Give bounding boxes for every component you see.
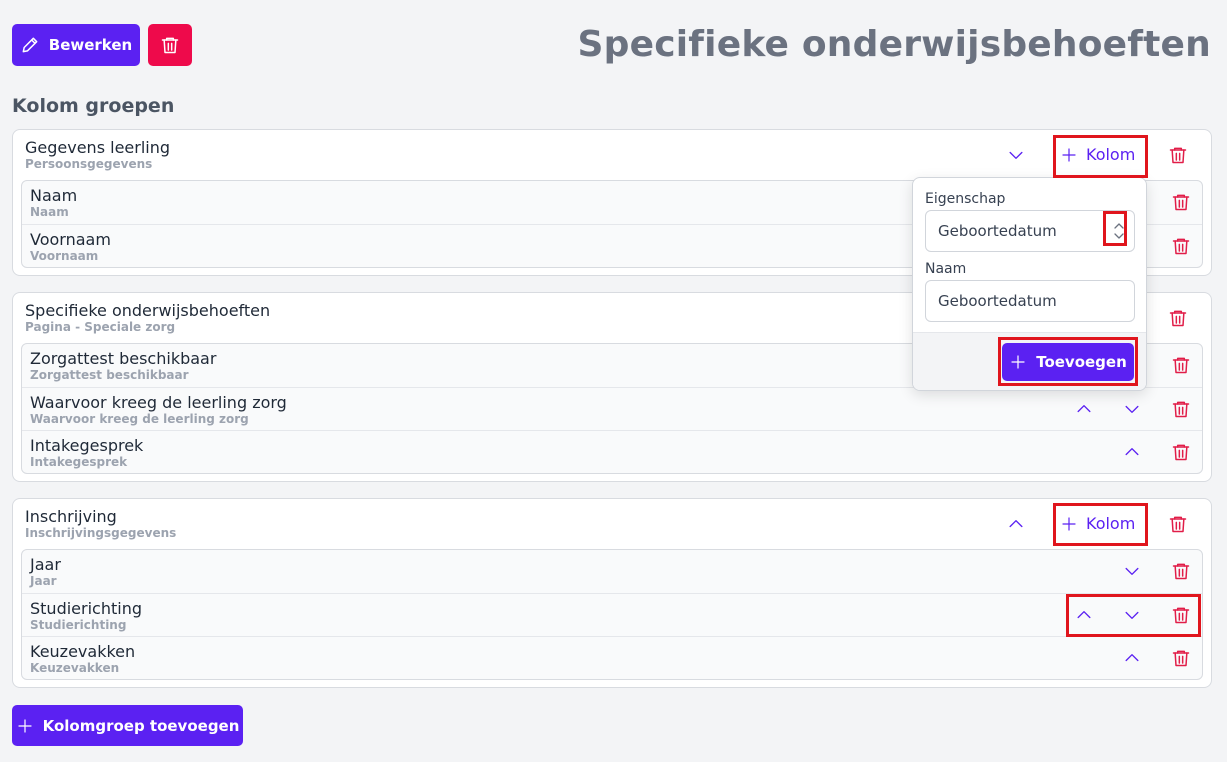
- add-column-button[interactable]: Kolom: [1060, 514, 1135, 533]
- delete-page-button[interactable]: [148, 24, 192, 66]
- move-up-button[interactable]: [1119, 645, 1145, 671]
- column-name: Zorgattest beschikbaar: [30, 349, 217, 368]
- group-name: Inschrijving: [25, 507, 117, 526]
- column-row: Waarvoor kreeg de leerling zorg Waarvoor …: [22, 387, 1202, 430]
- column-subtitle: Waarvoor kreeg de leerling zorg: [30, 412, 249, 426]
- trash-icon: [1168, 514, 1188, 534]
- delete-column-button[interactable]: [1168, 558, 1194, 584]
- edit-button-label: Bewerken: [48, 36, 133, 54]
- chevron-up-icon: [1074, 605, 1094, 625]
- plus-icon: [1009, 353, 1027, 371]
- delete-column-button[interactable]: [1168, 439, 1194, 465]
- column-subtitle: Naam: [30, 205, 69, 219]
- chevron-down-icon: [1006, 145, 1026, 165]
- trash-icon: [1168, 145, 1188, 165]
- plus-icon: [16, 717, 34, 735]
- name-input[interactable]: Geboortedatum: [925, 280, 1135, 322]
- column-row: Keuzevakken Keuzevakken: [22, 636, 1202, 679]
- page-title: Specifieke onderwijsbehoeften: [577, 24, 1211, 65]
- trash-icon: [1171, 561, 1191, 581]
- delete-column-button[interactable]: [1168, 396, 1194, 422]
- delete-column-button[interactable]: [1168, 645, 1194, 671]
- add-column-group-button[interactable]: Kolomgroep toevoegen: [12, 705, 243, 746]
- chevron-up-icon: [1006, 514, 1026, 534]
- add-column-popover: Eigenschap Geboortedatum Naam Geboorteda…: [912, 177, 1147, 391]
- chevron-up-icon: [1122, 442, 1142, 462]
- chevron-up-icon: [1074, 399, 1094, 419]
- group-name: Gegevens leerling: [25, 138, 171, 157]
- delete-column-button[interactable]: [1168, 233, 1194, 259]
- delete-column-button[interactable]: [1168, 352, 1194, 378]
- column-name: Waarvoor kreeg de leerling zorg: [30, 393, 287, 412]
- chevron-down-icon: [1122, 561, 1142, 581]
- add-button[interactable]: Toevoegen: [1002, 343, 1134, 381]
- trash-icon: [1168, 308, 1188, 328]
- group-subtitle: Inschrijvingsgegevens: [25, 526, 177, 540]
- property-label: Eigenschap: [925, 191, 1006, 207]
- column-name: Keuzevakken: [30, 642, 136, 661]
- group-subtitle: Persoonsgegevens: [25, 157, 153, 171]
- delete-group-button[interactable]: [1165, 305, 1191, 331]
- trash-icon: [1171, 648, 1191, 668]
- column-subtitle: Jaar: [30, 574, 57, 588]
- group-subtitle: Pagina - Speciale zorg: [25, 320, 176, 334]
- trash-icon: [1171, 236, 1191, 256]
- trash-icon: [1171, 442, 1191, 462]
- column-list: Jaar Jaar Studierichting Studierichting Ke…: [21, 549, 1203, 680]
- column-subtitle: Studierichting: [30, 618, 127, 632]
- column-name: Voornaam: [30, 230, 111, 249]
- add-column-label: Kolom: [1086, 514, 1136, 533]
- group-name: Specifieke onderwijsbehoeften: [25, 301, 271, 320]
- trash-icon: [160, 35, 180, 55]
- chevron-down-icon: [1122, 605, 1142, 625]
- move-up-button[interactable]: [1071, 396, 1097, 422]
- expand-group-button[interactable]: [1003, 142, 1029, 168]
- add-column-button[interactable]: Kolom: [1060, 145, 1135, 164]
- column-name: Studierichting: [30, 599, 142, 618]
- column-name: Intakegesprek: [30, 436, 144, 455]
- column-subtitle: Intakegesprek: [30, 455, 128, 469]
- trash-icon: [1171, 605, 1191, 625]
- add-column-label: Kolom: [1086, 145, 1136, 164]
- move-up-button[interactable]: [1119, 439, 1145, 465]
- select-arrows-icon: [1114, 223, 1124, 239]
- column-subtitle: Keuzevakken: [30, 661, 120, 675]
- add-button-label: Toevoegen: [1036, 353, 1127, 371]
- column-name: Naam: [30, 186, 78, 205]
- column-group-inschrijving: Inschrijving Inschrijvingsgegevens Kolom…: [12, 498, 1212, 688]
- move-down-button[interactable]: [1119, 396, 1145, 422]
- column-row: Jaar Jaar: [22, 550, 1202, 593]
- delete-column-button[interactable]: [1168, 602, 1194, 628]
- delete-column-button[interactable]: [1168, 189, 1194, 215]
- plus-icon: [1060, 146, 1078, 164]
- move-group-up-button[interactable]: [1003, 511, 1029, 537]
- name-label: Naam: [925, 261, 967, 277]
- column-subtitle: Voornaam: [30, 249, 99, 263]
- property-select[interactable]: Geboortedatum: [925, 210, 1135, 252]
- edit-button[interactable]: Bewerken: [12, 24, 140, 66]
- add-column-group-label: Kolomgroep toevoegen: [42, 716, 240, 735]
- pencil-icon: [20, 35, 40, 55]
- move-down-button[interactable]: [1119, 602, 1145, 628]
- delete-group-button[interactable]: [1165, 142, 1191, 168]
- trash-icon: [1171, 399, 1191, 419]
- column-name: Jaar: [30, 555, 61, 574]
- trash-icon: [1171, 355, 1191, 375]
- trash-icon: [1171, 192, 1191, 212]
- section-title: Kolom groepen: [12, 95, 175, 117]
- column-row: Intakegesprek Intakegesprek: [22, 430, 1202, 473]
- chevron-down-icon: [1122, 399, 1142, 419]
- column-subtitle: Zorgattest beschikbaar: [30, 368, 189, 382]
- move-down-button[interactable]: [1119, 558, 1145, 584]
- column-row: Studierichting Studierichting: [22, 593, 1202, 636]
- name-input-value: Geboortedatum: [938, 292, 1057, 310]
- delete-group-button[interactable]: [1165, 511, 1191, 537]
- chevron-up-icon: [1122, 648, 1142, 668]
- property-select-value: Geboortedatum: [938, 222, 1057, 240]
- move-up-button[interactable]: [1071, 602, 1097, 628]
- plus-icon: [1060, 515, 1078, 533]
